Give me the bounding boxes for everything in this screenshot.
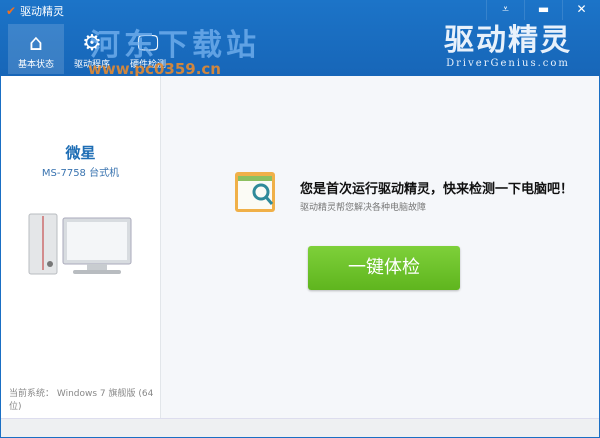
desktop-computer-icon [28,213,132,275]
device-vendor: 微星 [65,144,96,162]
header: ✔ 驱动精灵 ⩡ ▬ ✕ ⌂ 基本状态 ⚙ 驱动程序 🖵 硬件检测 河东下载站 www… [0,0,600,78]
watermark-title: 河东下载站 [90,28,260,63]
close-button[interactable]: ✕ [562,0,600,20]
app-logo-icon: ✔ [6,4,17,18]
device-panel: 微星 MS-7758 台式机 当前系统： Windows 7 旗舰版 (64位) [1,76,161,418]
brand-logo: 驱动精灵 DriverGenius.com [444,23,572,70]
menu-dropdown-button[interactable]: ⩡ [486,0,524,20]
device-model: MS-7758 台式机 [41,168,120,179]
home-icon: ⌂ [29,31,43,56]
first-run-subtext: 驱动精灵帮您解决各种电脑故障 [300,203,427,213]
main-panel: 您是首次运行驱动精灵，快来检测一下电脑吧！ 驱动精灵帮您解决各种电脑故障 一键体… [161,76,599,418]
current-system: 当前系统： Windows 7 旗舰版 (64位) [9,389,154,412]
minimize-button[interactable]: ▬ [524,0,562,20]
status-bar [1,418,599,437]
first-run-headline: 您是首次运行驱动精灵，快来检测一下电脑吧！ [300,182,574,197]
window-title: 驱动精灵 [20,5,65,18]
one-click-check-button[interactable]: 一键体检 [308,246,460,290]
calendar-search-icon [235,172,275,212]
nav-basic-status[interactable]: ⌂ 基本状态 [8,24,64,74]
